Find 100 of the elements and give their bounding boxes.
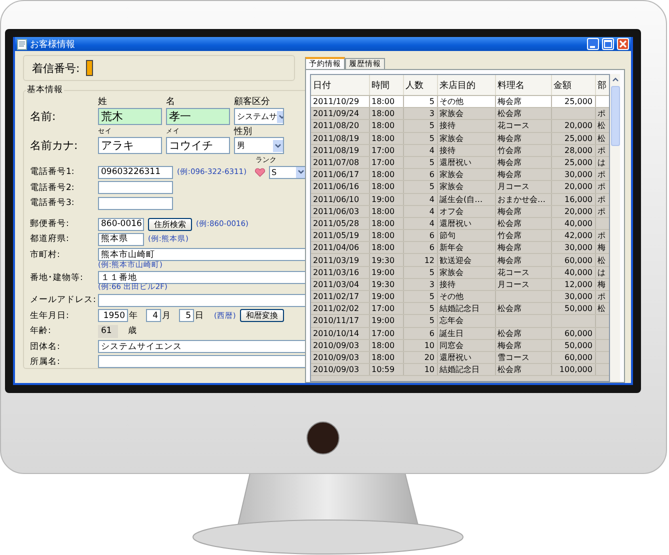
chevron-down-icon	[273, 140, 283, 152]
column-header[interactable]: 時間	[369, 75, 403, 96]
table-cell: 19:00	[372, 292, 395, 302]
given-name-field[interactable]: 孝一	[166, 108, 230, 126]
table-cell: 25,000	[564, 158, 592, 168]
chevron-down-icon	[296, 166, 306, 178]
table-cell: 2011/07/08	[313, 158, 360, 168]
column-header[interactable]: 料理名	[495, 75, 551, 96]
table-cell: 梅会席	[498, 340, 522, 350]
table-cell: 30,000	[564, 170, 592, 180]
table-cell: 節句	[440, 231, 456, 240]
gender-dropdown[interactable]: 男	[234, 137, 284, 154]
table-cell: 60,000	[564, 256, 592, 265]
birth-year-field[interactable]: 1950	[98, 309, 128, 322]
rank-dropdown[interactable]: S	[268, 166, 307, 179]
table-cell: 接待	[440, 280, 456, 289]
postal-code-field[interactable]: 860-0016	[98, 218, 144, 231]
table-cell: 梅会席	[498, 158, 522, 168]
table-cell: 20,000	[564, 121, 592, 130]
column-label: 姓	[98, 96, 108, 108]
address-search-button[interactable]: 住所検索	[148, 218, 192, 231]
category-label: 顧客区分	[234, 96, 270, 108]
document-icon	[17, 38, 27, 50]
table-cell: 16,000	[564, 194, 592, 204]
table-cell: 2011/03/04	[313, 280, 360, 289]
table-cell: 新年会	[440, 243, 464, 252]
department-field[interactable]	[98, 355, 307, 368]
phone-field[interactable]	[98, 196, 173, 210]
phone-label: 電話番号3:	[30, 197, 76, 210]
table-cell: 50,000	[564, 340, 592, 350]
kana-given-name-field[interactable]: コウイチ	[166, 137, 230, 154]
year-unit: 年	[129, 310, 138, 322]
column-header[interactable]: 部	[595, 75, 609, 96]
table-cell: 10	[424, 365, 434, 374]
table-cell: 40,000	[564, 218, 592, 228]
address-field[interactable]: １１番地	[98, 271, 307, 284]
table-cell: 歓送迎会	[440, 256, 472, 265]
table-cell: 18:00	[372, 353, 395, 362]
window-title: お客様情報	[30, 38, 75, 50]
table-cell: 6	[429, 243, 434, 252]
table-cell: 60,000	[564, 353, 592, 362]
table-cell: 18:00	[372, 97, 395, 106]
maximize-button[interactable]	[602, 38, 614, 50]
table-cell: 家族会	[440, 134, 464, 143]
phone-field[interactable]	[98, 181, 173, 194]
table-cell: 松	[598, 256, 606, 265]
table-cell: 5	[429, 304, 434, 314]
scrollbar-thumb[interactable]	[610, 86, 620, 146]
table-cell: 誕生日	[440, 328, 464, 338]
table-cell: おまかせ会…	[498, 194, 546, 204]
table-cell: ポ	[598, 182, 606, 192]
minimize-button[interactable]	[587, 38, 599, 50]
table-cell: 梅会席	[498, 97, 522, 106]
table-cell: ポ	[598, 146, 606, 155]
table-cell: ポ	[598, 194, 606, 204]
birth-month-field[interactable]: 4	[146, 309, 161, 322]
table-cell: 2011/03/16	[313, 268, 360, 277]
city-field[interactable]: 熊本市山崎町	[98, 248, 307, 262]
column-header[interactable]: 日付	[311, 75, 369, 96]
email-field[interactable]	[98, 294, 307, 307]
table-cell: 2011/10/29	[313, 97, 360, 106]
prefecture-field[interactable]: 熊本県	[98, 232, 144, 246]
table-cell: は	[598, 268, 606, 277]
table-cell: 4	[429, 206, 434, 216]
table-cell: 2010/09/03	[313, 365, 360, 374]
table-cell: 雪コース	[498, 353, 530, 362]
close-button[interactable]	[617, 38, 629, 50]
table-cell: 12	[424, 256, 434, 265]
column-header[interactable]: 金額	[551, 75, 595, 96]
table-cell: は	[598, 158, 606, 168]
table-cell: 18:00	[372, 170, 395, 180]
vertical-scrollbar[interactable]	[610, 74, 620, 382]
category-dropdown[interactable]: システムサ	[234, 108, 284, 126]
age-label: 年齢:	[30, 325, 52, 338]
table-cell: 2011/06/16	[313, 182, 360, 192]
name-label: 名前:	[30, 109, 57, 124]
organization-label: 団体名:	[30, 340, 61, 353]
address-label: 番地･建物等:	[30, 272, 84, 284]
table-cell: 17:00	[372, 304, 395, 314]
table-cell: 10	[424, 340, 434, 350]
column-header[interactable]: 人数	[403, 75, 437, 96]
table-cell: 2010/11/17	[313, 316, 360, 326]
department-label: 所属名:	[30, 356, 61, 368]
era-convert-button[interactable]: 和暦変換	[240, 309, 284, 322]
table-cell: 家族会	[440, 170, 464, 180]
phone-label: 電話番号2:	[30, 182, 76, 194]
table-cell: 2011/05/19	[313, 231, 360, 240]
table-cell: 2010/09/03	[313, 340, 360, 350]
column-header[interactable]: 来店目的	[437, 75, 495, 96]
table-cell: 2011/08/19	[313, 134, 360, 143]
kana-surname-field[interactable]: アラキ	[98, 137, 162, 154]
surname-field[interactable]: 荒木	[98, 108, 162, 126]
table-cell: 家族会	[440, 109, 464, 118]
table-cell: 5	[429, 97, 434, 106]
phone-field[interactable]: 09603226311	[98, 166, 173, 179]
birth-day-field[interactable]: 5	[179, 309, 194, 322]
organization-field[interactable]: システムサイエンス	[98, 340, 307, 354]
table-cell: 2011/05/28	[313, 218, 360, 228]
table-cell: 2010/10/14	[313, 328, 360, 338]
table-cell: 5	[429, 182, 434, 192]
